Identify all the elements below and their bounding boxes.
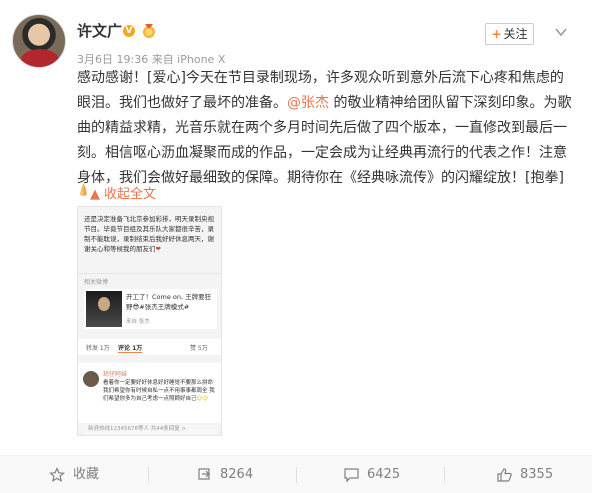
heart-icon: ❤	[155, 245, 161, 253]
action-bar: 收藏 8264 6425 8355	[0, 455, 592, 493]
comment-icon	[344, 468, 359, 483]
card-text: 开工了！Come on, 王牌要狂野😎#张杰王牌模式#	[126, 293, 212, 311]
attached-screenshot[interactable]: 还是决定准备飞北京参加彩排，明天录制央视节目。毕竟节目组及其乐队大家都很辛苦，录…	[77, 206, 222, 436]
divider	[296, 467, 297, 483]
smile-emoji-icon: ☺☺	[196, 396, 208, 402]
favorite-label: 收藏	[73, 467, 100, 482]
medal-icon	[143, 24, 155, 38]
comment-count: 6425	[367, 467, 401, 482]
like-count: 8355	[520, 467, 554, 482]
plus-icon: +	[491, 27, 502, 41]
mention-link[interactable]: @张杰	[287, 95, 329, 111]
screenshot-text: 还是决定准备飞北京参加彩排，明天录制央视节目。毕竟节目组及其乐队大家都很辛苦，录…	[84, 215, 214, 253]
follow-label: 关注	[503, 27, 528, 41]
verified-badge-icon: V	[123, 25, 135, 37]
user-avatar[interactable]	[12, 14, 66, 68]
tab-like: 赞 5万	[190, 345, 208, 352]
weibo-post-card: 许文广 V 3月6日 19:36 来自 iPhone X + 关注 感动感谢！[爱…	[0, 0, 592, 493]
thumbs-up-icon	[497, 468, 512, 482]
divider	[78, 273, 221, 274]
screenshot-reply-footer: 新浪热线12345678等人 共44条回复 >	[84, 425, 217, 434]
screenshot-section-label: 相关微博	[84, 279, 109, 286]
screenshot-post-text: 还是决定准备飞北京参加彩排，明天录制央视节目。毕竟节目组及其乐队大家都很辛苦，录…	[84, 214, 217, 254]
divider	[444, 467, 445, 483]
collapse-text-label: 收起全文	[104, 187, 157, 202]
fold-up-icon: ▲	[90, 187, 100, 202]
card-source: 来自 张杰	[126, 319, 150, 325]
card-thumbnail	[86, 291, 122, 327]
follow-button[interactable]: + 关注	[485, 23, 534, 45]
screenshot-comment: 琼仔阿妹 看着你一定要好好休息好好睡觉不要那么拼命 我们希望你有时候自私一点不用…	[78, 363, 221, 423]
post-meta: 3月6日 19:36 来自 iPhone X	[77, 53, 226, 66]
post-content: 感动感谢！[爱心]今天在节目录制现场，许多观众听到意外后流下心疼和焦虑的眼泪。我…	[77, 66, 577, 191]
screenshot-tabs: 转发 1万 评论 1万 赞 5万	[78, 339, 221, 355]
praying-hands-icon	[80, 183, 87, 196]
comment-body: 看着你一定要好好休息好好睡觉不要那么拼命 我们希望你有时候自私一点不用事事都周全…	[103, 379, 218, 403]
tab-repost: 转发 1万	[86, 345, 110, 352]
divider	[148, 467, 149, 483]
comment-avatar	[83, 371, 99, 387]
username[interactable]: 许文广	[77, 20, 122, 41]
tab-comment: 评论 1万	[118, 345, 143, 353]
screenshot-related-card: 开工了！Come on, 王牌要狂野😎#张杰王牌模式# 来自 张杰	[84, 289, 217, 329]
chevron-down-icon[interactable]	[553, 26, 569, 38]
repost-count: 8264	[220, 467, 254, 482]
comment-name: 琼仔阿妹	[103, 371, 128, 378]
repost-icon	[198, 468, 210, 480]
star-icon	[49, 467, 65, 483]
collapse-text-link[interactable]: ▲ 收起全文	[90, 183, 156, 202]
